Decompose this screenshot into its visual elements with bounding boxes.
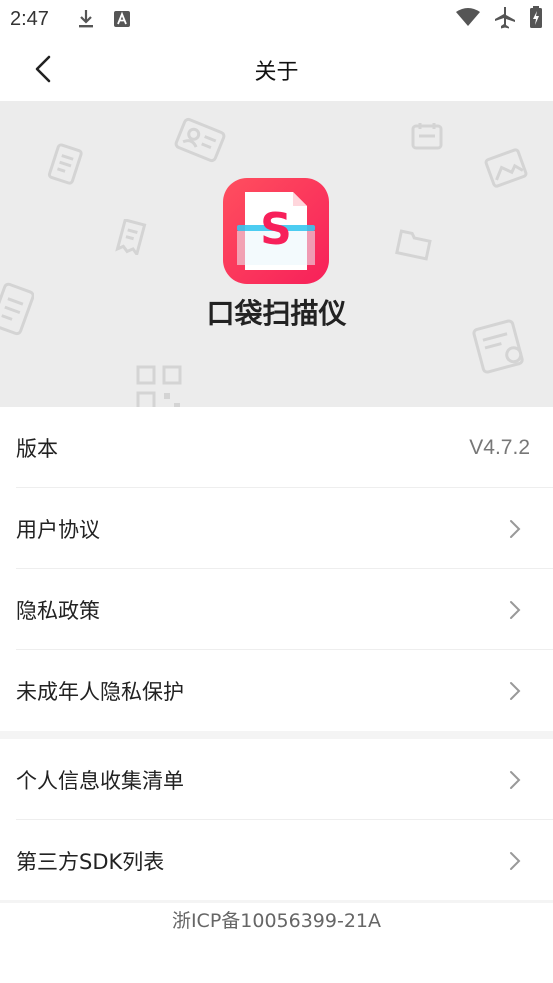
id-card-icon bbox=[174, 117, 226, 163]
section-divider bbox=[0, 731, 553, 739]
icp-license[interactable]: 浙ICP备10056399-21A bbox=[0, 906, 553, 933]
row-label: 版本 bbox=[16, 436, 58, 461]
scanner-document-icon: S bbox=[237, 192, 315, 270]
footer: 浙ICP备10056399-21A bbox=[0, 900, 553, 983]
row-label: 个人信息收集清单 bbox=[16, 768, 184, 793]
chevron-right-icon bbox=[507, 769, 523, 791]
app-name: 口袋扫描仪 bbox=[206, 297, 347, 330]
row-label: 第三方SDK列表 bbox=[16, 849, 165, 874]
app-logo: S bbox=[223, 178, 329, 284]
calendar-icon bbox=[411, 123, 443, 150]
row-label: 未成年人隐私保护 bbox=[16, 679, 184, 704]
about-settings-list: 版本 V4.7.2 用户协议 隐私政策 未成年人隐私保护 个人信息收集清单 第三… bbox=[0, 407, 553, 901]
battery-charging-icon bbox=[529, 5, 543, 33]
chevron-right-icon bbox=[507, 850, 523, 872]
version-row: 版本 V4.7.2 bbox=[0, 407, 553, 488]
document-icon bbox=[47, 143, 83, 185]
app-hero: S 口袋扫描仪 bbox=[0, 101, 553, 407]
minor-privacy-row[interactable]: 未成年人隐私保护 bbox=[0, 650, 553, 731]
qr-code-icon bbox=[136, 365, 182, 407]
download-icon bbox=[75, 8, 97, 30]
row-label: 用户协议 bbox=[16, 517, 100, 542]
nav-bar: 关于 bbox=[0, 38, 553, 101]
personal-info-list-row[interactable]: 个人信息收集清单 bbox=[0, 739, 553, 820]
airplane-icon bbox=[493, 5, 517, 34]
a-notification-icon bbox=[111, 8, 133, 30]
chevron-left-icon bbox=[35, 55, 51, 83]
status-time: 2:47 bbox=[10, 7, 49, 30]
privacy-policy-row[interactable]: 隐私政策 bbox=[0, 569, 553, 650]
version-value: V4.7.2 bbox=[469, 435, 530, 459]
status-bar: 2:47 bbox=[0, 0, 553, 38]
image-icon bbox=[484, 148, 528, 188]
folder-icon bbox=[395, 229, 432, 261]
chevron-right-icon bbox=[507, 599, 523, 621]
chevron-right-icon bbox=[507, 680, 523, 702]
page-title: 关于 bbox=[254, 59, 299, 85]
user-agreement-row[interactable]: 用户协议 bbox=[0, 488, 553, 569]
chevron-right-icon bbox=[507, 518, 523, 540]
third-party-sdk-row[interactable]: 第三方SDK列表 bbox=[0, 820, 553, 901]
receipt-icon bbox=[115, 219, 147, 255]
wifi-icon bbox=[455, 7, 481, 32]
svg-text:S: S bbox=[260, 204, 292, 255]
back-button[interactable] bbox=[26, 52, 60, 86]
row-label: 隐私政策 bbox=[16, 598, 100, 623]
